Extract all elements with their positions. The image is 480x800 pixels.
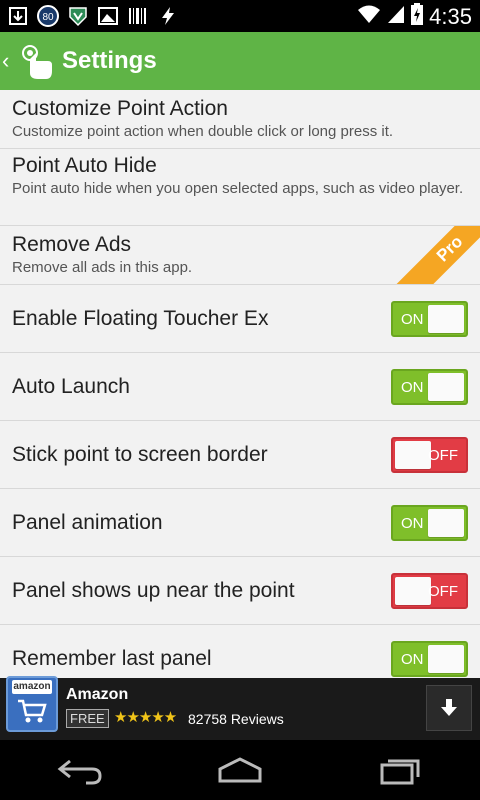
notification-icons: 80 (6, 4, 180, 28)
toggle-state-label: ON (401, 310, 424, 328)
recents-icon[interactable] (370, 750, 430, 790)
ad-price-badge: FREE (66, 709, 109, 728)
cart-icon (18, 699, 47, 723)
action-bar: ‹ Settings (0, 32, 480, 90)
setting-panel-near-point: Panel shows up near the point OFF (0, 557, 480, 625)
amazon-app-icon[interactable]: amazon (6, 676, 58, 732)
settings-list: Customize Point Action Customize point a… (0, 90, 480, 678)
ad-title: Amazon (66, 686, 129, 703)
toggle-knob (395, 440, 431, 469)
setting-title: Auto Launch (12, 374, 130, 398)
setting-title: Panel animation (12, 510, 163, 534)
setting-remove-ads[interactable]: Remove Ads Remove all ads in this app. P… (0, 226, 480, 285)
setting-stick-point-border: Stick point to screen border OFF (0, 421, 480, 489)
setting-auto-launch: Auto Launch ON (0, 353, 480, 421)
setting-subtitle: Point auto hide when you open selected a… (12, 180, 464, 197)
toggle-state-label: ON (401, 514, 424, 532)
setting-title: Enable Floating Toucher Ex (12, 306, 269, 330)
toggle-state-label: ON (401, 650, 424, 668)
navigation-bar (0, 740, 480, 800)
setting-subtitle: Remove all ads in this app. (12, 259, 193, 276)
download-icon (6, 4, 30, 28)
page-title: Settings (62, 47, 157, 74)
toggle-switch[interactable]: ON (391, 640, 468, 677)
setting-title: Panel shows up near the point (12, 578, 295, 602)
battery-icon (411, 3, 424, 30)
toggle-knob (428, 508, 464, 537)
toggle-switch[interactable]: OFF (391, 572, 468, 609)
setting-enable-floating-toucher: Enable Floating Toucher Ex ON (0, 285, 480, 353)
wifi-icon (357, 4, 381, 29)
ad-download-button[interactable] (426, 685, 472, 731)
home-icon[interactable] (210, 750, 270, 790)
system-icons: 4:35 (357, 3, 472, 30)
toggle-knob (395, 576, 431, 605)
toggle-knob (428, 644, 464, 673)
toggle-switch[interactable]: ON (391, 300, 468, 337)
toggle-knob (428, 372, 464, 401)
app-touch-icon[interactable] (14, 39, 58, 83)
download-arrow-icon (441, 699, 457, 716)
speed-80-icon: 80 (36, 4, 60, 28)
barcode-icon (126, 4, 150, 28)
setting-subtitle: Customize point action when double click… (12, 123, 394, 140)
setting-panel-animation: Panel animation ON (0, 489, 480, 557)
ad-reviews: 82758 Reviews (188, 711, 284, 727)
toggle-state-label: OFF (428, 446, 458, 464)
toggle-state-label: ON (401, 378, 424, 396)
toggle-switch[interactable]: OFF (391, 436, 468, 473)
toggle-knob (428, 304, 464, 333)
toggle-switch[interactable]: ON (391, 368, 468, 405)
setting-point-auto-hide[interactable]: Point Auto Hide Point auto hide when you… (0, 149, 480, 226)
flash-icon (156, 4, 180, 28)
setting-title: Point Auto Hide (12, 154, 157, 177)
shield-icon (66, 4, 90, 28)
status-time: 4:35 (429, 3, 472, 29)
ad-rating-stars: ★★★★★ (114, 709, 177, 726)
image-icon (96, 4, 120, 28)
toggle-switch[interactable]: ON (391, 504, 468, 541)
up-chevron-icon[interactable]: ‹ (2, 48, 14, 74)
setting-remember-last-panel: Remember last panel ON (0, 625, 480, 678)
setting-title: Stick point to screen border (12, 442, 268, 466)
ad-icon-label: amazon (12, 680, 52, 694)
setting-customize-point-action[interactable]: Customize Point Action Customize point a… (0, 90, 480, 149)
speed-badge-text: 80 (42, 12, 54, 23)
setting-title: Customize Point Action (12, 97, 228, 120)
status-bar: 80 4:35 (0, 0, 480, 32)
cell-signal-icon (387, 4, 405, 29)
toggle-state-label: OFF (428, 582, 458, 600)
back-icon[interactable] (50, 750, 110, 790)
setting-title: Remember last panel (12, 646, 212, 670)
ad-banner[interactable]: amazon Amazon FREE ★★★★★ 82758 Reviews (0, 676, 480, 740)
setting-title: Remove Ads (12, 233, 132, 256)
